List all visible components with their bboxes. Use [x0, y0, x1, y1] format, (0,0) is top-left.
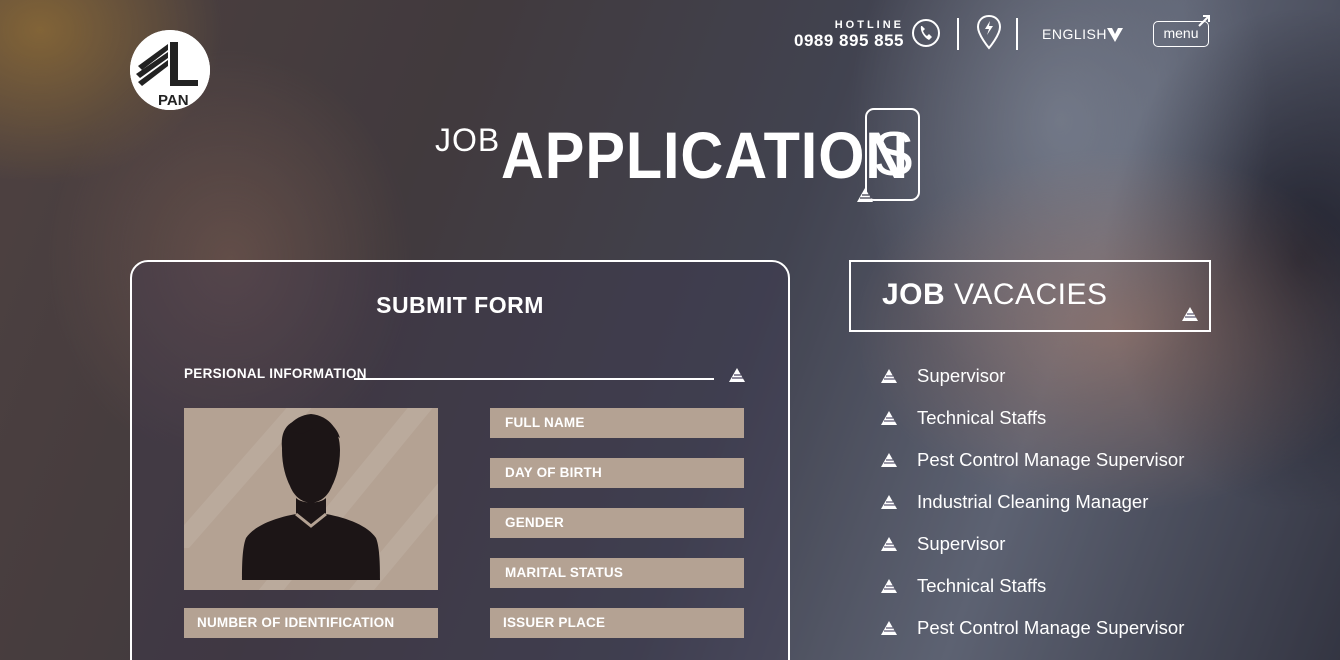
gender-field[interactable]: GENDER [490, 508, 744, 538]
logo-text: PAN [158, 92, 189, 109]
triangle-mark-icon [881, 411, 897, 425]
page-title: APPLICATION [501, 118, 910, 192]
section-divider [354, 378, 714, 380]
full-name-field[interactable]: FULL NAME [490, 408, 744, 438]
location-pin-icon[interactable] [975, 14, 1003, 52]
triangle-mark-icon [857, 188, 873, 202]
pan-logo-icon: PAN [130, 30, 210, 110]
vacancy-item[interactable]: Technical Staffs [880, 572, 1210, 614]
vacancies-title-bold: JOB [882, 278, 946, 311]
triangle-mark-icon [881, 369, 897, 383]
vacancy-item[interactable]: Pest Control Manage Supervisor [880, 446, 1210, 488]
arrow-mark-icon [1198, 15, 1210, 27]
language-selector[interactable]: ENGLISH [1042, 26, 1107, 42]
vacancy-label: Technical Staffs [917, 575, 1047, 596]
vacancy-label: Pest Control Manage Supervisor [917, 449, 1185, 470]
triangle-mark-icon [881, 579, 897, 593]
vacancy-label: Technical Staffs [917, 407, 1047, 428]
form-title: SUBMIT FORM [376, 292, 544, 318]
triangle-mark-icon [881, 621, 897, 635]
section-label-personal-info: PERSIONAL INFORMATION [184, 366, 367, 381]
triangle-mark-icon [881, 495, 897, 509]
hotline[interactable]: HOTLINE 0989 895 855 [784, 18, 904, 50]
header-divider [957, 18, 959, 50]
hotline-label: HOTLINE [834, 19, 904, 31]
hotline-number[interactable]: 0989 895 855 [784, 32, 904, 50]
job-vacancies-header: JOB VACACIES [849, 260, 1211, 332]
vacancy-label: Industrial Cleaning Manager [917, 491, 1149, 512]
triangle-mark-icon [729, 368, 745, 382]
vacancies-title-rest: VACACIES [954, 278, 1108, 311]
vacancy-item[interactable]: Industrial Cleaning Manager [880, 488, 1210, 530]
vacancy-item[interactable]: Supervisor [880, 530, 1210, 572]
page-title-last-letter: S [873, 120, 915, 189]
identification-number-field[interactable]: NUMBER OF IDENTIFICATION [184, 608, 438, 638]
vacancy-label: Supervisor [917, 365, 1006, 386]
triangle-mark-icon [881, 537, 897, 551]
phone-icon[interactable] [911, 18, 941, 48]
vacancy-label: Supervisor [917, 533, 1006, 554]
triangle-mark-icon [1182, 307, 1198, 321]
chevron-down-icon[interactable] [1106, 27, 1124, 43]
vacancy-item[interactable]: Supervisor [880, 362, 1210, 404]
vacancies-title: JOB VACACIES [882, 278, 1108, 312]
issuer-place-field[interactable]: ISSUER PLACE [490, 608, 744, 638]
submit-form-panel: SUBMIT FORM PERSIONAL INFORMATION FULL N… [130, 260, 790, 660]
avatar-silhouette-icon [184, 408, 438, 590]
triangle-mark-icon [881, 453, 897, 467]
photo-upload[interactable] [184, 408, 438, 590]
vacancy-item[interactable]: Technical Staffs [880, 404, 1210, 446]
header-divider [1016, 18, 1018, 50]
vacancy-label: Pest Control Manage Supervisor [917, 617, 1185, 638]
page-title-prefix: JOB [435, 122, 501, 158]
marital-status-field[interactable]: MARITAL STATUS [490, 558, 744, 588]
vacancy-item[interactable]: Pest Control Manage Supervisor [880, 614, 1210, 656]
day-of-birth-field[interactable]: DAY OF BIRTH [490, 458, 744, 488]
vacancies-list: Supervisor Technical Staffs Pest Control… [880, 362, 1210, 656]
pan-logo[interactable]: PAN [130, 30, 210, 110]
